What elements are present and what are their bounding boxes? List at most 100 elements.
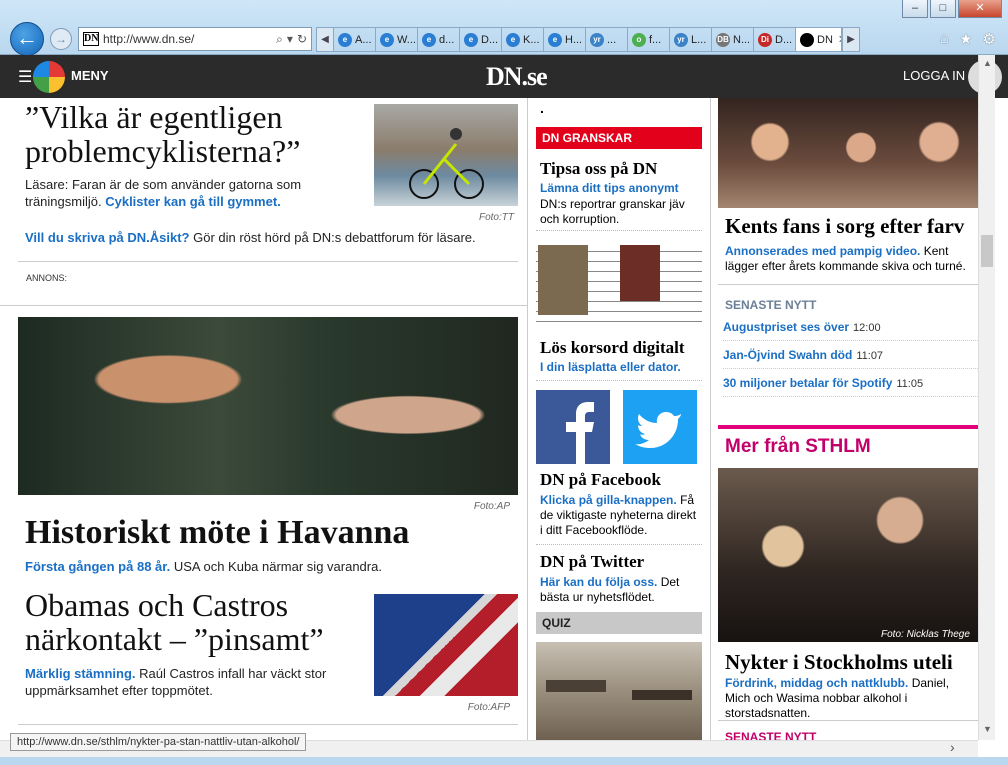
quiz-photo[interactable]	[536, 642, 702, 740]
cyclist-photo[interactable]	[374, 104, 518, 206]
browser-chrome: – □ ✕ ← → DN http://www.dn.se/ ⌕ ▾ ↻ ◀ e…	[0, 0, 1008, 56]
forward-button[interactable]: →	[50, 28, 72, 50]
twitter-bird-icon	[635, 412, 681, 448]
window-bottom-edge	[0, 757, 1008, 765]
dn-app-logo-icon[interactable]	[33, 61, 65, 93]
vertical-scrollbar[interactable]: ▲ ▼	[978, 55, 995, 740]
tab-label: d...	[439, 33, 455, 46]
tab-favicon-icon: Di	[758, 32, 772, 47]
dropdown-icon[interactable]: ▾	[287, 32, 293, 46]
search-icon[interactable]: ⌕	[276, 32, 283, 47]
minimize-icon[interactable]: –	[902, 0, 928, 18]
story-headline-castro[interactable]: Obamas och Castros närkontakt – ”pinsamt…	[25, 588, 365, 656]
sthlm-headline[interactable]: Nykter i Stockholms uteli	[725, 650, 978, 675]
opinion-promo: Vill du skriva på DN.Åsikt? Gör din röst…	[25, 229, 525, 246]
kent-lead[interactable]: Annonserades med pampig video.	[725, 244, 920, 258]
right-column: Kents fans i sorg efter farv Annonserade…	[711, 98, 978, 740]
scroll-up-icon[interactable]: ▲	[979, 55, 996, 72]
tab-label: D...	[775, 33, 793, 46]
facebook-title[interactable]: DN på Facebook	[540, 470, 661, 490]
tips-link[interactable]: Lämna ditt tips anonymt	[540, 181, 679, 195]
settings-gear-icon[interactable]: ⚙	[983, 30, 996, 48]
address-bar[interactable]: DN http://www.dn.se/ ⌕ ▾ ↻	[78, 27, 312, 51]
back-button[interactable]: ←	[10, 22, 44, 56]
scroll-down-icon[interactable]: ▼	[979, 721, 996, 738]
tips-title[interactable]: Tipsa oss på DN	[540, 159, 657, 179]
facebook-link[interactable]: Klicka på gilla-knappen.	[540, 493, 677, 507]
browser-tab[interactable]: e K...	[502, 27, 544, 52]
middle-column: . DN GRANSKAR Tipsa oss på DN Lämna ditt…	[527, 98, 711, 740]
dn-favicon-icon: DN	[83, 32, 99, 46]
twitter-link[interactable]: Här kan du följa oss.	[540, 575, 657, 589]
sthlm-section-title[interactable]: Mer från STHLM	[725, 436, 871, 458]
castro-lead[interactable]: Märklig stämning.	[25, 666, 136, 681]
refresh-icon[interactable]: ↻	[297, 32, 307, 46]
tab-strip: ◀ e A... e W... e d... e D... e K... e H... yr... o f.…	[316, 27, 860, 52]
main-headline[interactable]: Historiskt möte i Havanna	[25, 512, 520, 554]
close-window-icon[interactable]: ✕	[958, 0, 1002, 18]
dn-brand-logo[interactable]: DN.se	[486, 62, 548, 92]
sthlm-dek: Fördrink, middag och nattklubb. Daniel, …	[725, 676, 977, 721]
facebook-f-icon	[566, 402, 594, 464]
browser-tab[interactable]: o f...	[628, 27, 670, 52]
browser-tab[interactable]: DB N...	[712, 27, 754, 52]
menu-button[interactable]: MENY	[71, 68, 109, 83]
tab-favicon-icon: yr	[674, 32, 688, 47]
main-lead[interactable]: Första gången på 88 år.	[25, 559, 170, 574]
kent-headline[interactable]: Kents fans i sorg efter farv	[725, 214, 978, 239]
opinion-link[interactable]: Vill du skriva på DN.Åsikt?	[25, 230, 189, 245]
dek-link-gym[interactable]: Cyklister kan gå till gymmet.	[105, 194, 281, 209]
latest-news-time: 11:07	[856, 350, 884, 362]
granskar-section-bar[interactable]: DN GRANSKAR	[536, 127, 702, 149]
twitter-logo-icon[interactable]	[623, 390, 697, 464]
facebook-dek: Klicka på gilla-knappen. Få de viktigast…	[540, 493, 700, 538]
sthlm-photo-caption: Foto: Nicklas Thege	[881, 629, 970, 640]
tab-scroll-right-icon[interactable]: ▶	[842, 27, 860, 52]
flag-handshake-photo[interactable]	[374, 594, 518, 696]
hamburger-menu-icon[interactable]: ☰	[18, 67, 32, 87]
crossword-photo[interactable]	[536, 243, 702, 331]
sthlm-lead[interactable]: Fördrink, middag och nattklubb.	[725, 676, 908, 690]
twitter-title[interactable]: DN på Twitter	[540, 552, 644, 572]
scroll-thumb[interactable]	[981, 235, 993, 267]
home-icon[interactable]: ⌂	[940, 30, 949, 48]
kent-fans-photo[interactable]	[718, 98, 978, 208]
maximize-icon[interactable]: □	[930, 0, 956, 18]
sthlm-nightlife-photo[interactable]	[718, 468, 978, 642]
latest-news-title[interactable]: 30 miljoner betalar för Spotify	[723, 376, 892, 390]
latest-news-item[interactable]: 30 miljoner betalar för Spotify 11:05	[723, 376, 978, 397]
latest-news-item[interactable]: Jan-Öjvind Swahn död 11:07	[723, 348, 978, 369]
browser-tab[interactable]: yr L...	[670, 27, 712, 52]
scroll-right-icon[interactable]: ›	[950, 739, 955, 755]
latest-news-title[interactable]: Jan-Öjvind Swahn död	[723, 348, 852, 362]
browser-tab[interactable]: e D...	[460, 27, 502, 52]
latest-news-label-2[interactable]: SENASTE NYTT	[725, 730, 816, 740]
browser-tab[interactable]: e H...	[544, 27, 586, 52]
main-text: USA och Kuba närmar sig varandra.	[173, 559, 382, 574]
left-column: ”Vilka är egentligen problemcyklisterna?…	[0, 98, 527, 740]
divider	[536, 230, 702, 231]
tab-favicon-icon: e	[338, 32, 352, 47]
latest-news-item[interactable]: Augustpriset ses över 12:00	[723, 320, 978, 341]
crossword-link[interactable]: I din läsplatta eller dator.	[540, 360, 681, 374]
facebook-logo-icon[interactable]	[536, 390, 610, 464]
latest-news-label[interactable]: SENASTE NYTT	[725, 298, 816, 312]
ad-label: ANNONS:	[26, 273, 68, 283]
browser-tab[interactable]: yr...	[586, 27, 628, 52]
tab-scroll-left-icon[interactable]: ◀	[316, 27, 334, 52]
browser-tab[interactable]: e W...	[376, 27, 418, 52]
browser-tab[interactable]: Di D...	[754, 27, 796, 52]
obama-castro-photo[interactable]	[18, 317, 518, 495]
browser-tab[interactable]: DN✕	[796, 27, 842, 52]
browser-tab[interactable]: e A...	[334, 27, 376, 52]
story-headline-cyclists[interactable]: ”Vilka är egentligen problemcyklisterna?…	[25, 100, 345, 168]
latest-news-title[interactable]: Augustpriset ses över	[723, 320, 849, 334]
favorites-star-icon[interactable]: ★	[959, 30, 972, 48]
tab-favicon-icon: e	[548, 32, 562, 47]
tab-label: H...	[565, 33, 583, 46]
quiz-section-bar[interactable]: QUIZ	[536, 612, 702, 634]
login-button[interactable]: LOGGA IN	[903, 68, 965, 83]
address-url[interactable]: http://www.dn.se/	[103, 32, 272, 46]
browser-tab[interactable]: e d...	[418, 27, 460, 52]
crossword-title[interactable]: Lös korsord digitalt	[540, 338, 685, 358]
